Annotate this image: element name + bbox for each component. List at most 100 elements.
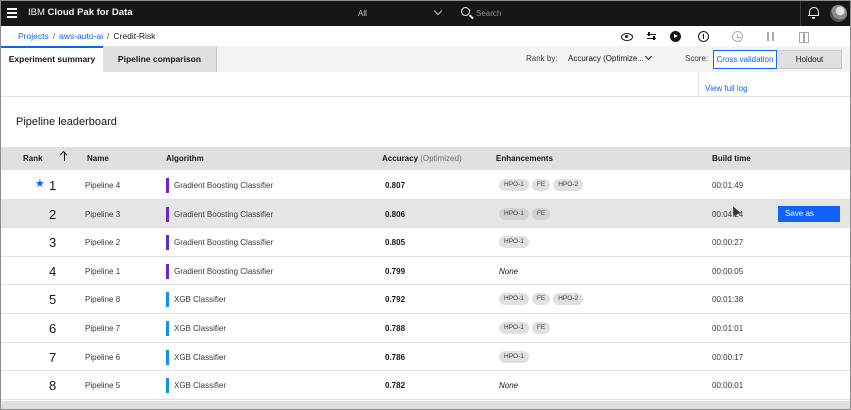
enhancement-tag: HPO-2 (553, 179, 584, 191)
rank-cell: 7 (49, 349, 57, 365)
column-header-enhancements[interactable]: Enhancements (496, 154, 553, 163)
breadcrumb-separator: / (52, 31, 56, 41)
rank-by-label: Rank by: (526, 54, 558, 63)
rank-by-dropdown[interactable]: Accuracy (Optimize... (568, 54, 644, 63)
table-row[interactable]: ★ 1 Pipeline 4 Gradient Boosting Classifier… (1, 171, 850, 200)
breadcrumb-project[interactable]: aws-auto-ai (59, 31, 103, 41)
accuracy-cell: 0.786 (385, 352, 406, 362)
rank-cell: 6 (49, 321, 57, 336)
log-panel: View full log (698, 72, 850, 97)
info-icon[interactable] (698, 31, 709, 42)
accuracy-cell: 0.807 (385, 181, 406, 190)
enhancements-cell: HPO-1 FE (499, 207, 553, 220)
breadcrumb-projects[interactable]: Projects (18, 31, 49, 41)
column-header-name[interactable]: Name (87, 154, 109, 163)
score-holdout-button[interactable]: Holdout (778, 50, 842, 69)
build-time-cell: 00:00:27 (712, 238, 744, 248)
accuracy-cell: 0.806 (385, 209, 406, 219)
algorithm-cell: Gradient Boosting Classifier (174, 181, 274, 190)
build-time-cell: 00:00:05 (712, 266, 744, 276)
split-view-icon[interactable] (798, 31, 809, 43)
pipeline-name-cell[interactable]: Pipeline 1 (85, 267, 120, 276)
notification-icon[interactable] (808, 7, 819, 19)
sort-ascending-icon[interactable] (64, 152, 66, 161)
enhancement-tag: HPO-1 (499, 207, 529, 220)
column-header-algorithm[interactable]: Algorithm (166, 154, 204, 163)
view-icon[interactable] (621, 31, 633, 42)
enhancements-cell: HPO-1 FE HPO-2 (499, 179, 586, 191)
table-row[interactable]: 5 Pipeline 8 XGB Classifier 0.792 HPO-1 FE HPO… (1, 285, 850, 314)
save-as-button[interactable]: Save as (778, 205, 840, 222)
bottom-scroll-area (1, 401, 850, 409)
settings-sliders-icon[interactable] (646, 31, 657, 42)
algorithm-color-bar (166, 292, 169, 308)
top-nav-bar: IBM Cloud Pak for Data All (1, 1, 850, 26)
scope-dropdown[interactable]: All (351, 1, 448, 26)
rank-cell: 8 (49, 378, 57, 394)
column-header-build-time[interactable]: Build time (712, 154, 751, 163)
enhancements-cell: HPO-1 FE (499, 322, 553, 334)
star-icon: ★ (35, 178, 45, 190)
column-header-rank[interactable]: Rank (23, 154, 43, 163)
pipeline-name-cell[interactable]: Pipeline 8 (85, 295, 120, 304)
pipeline-name-cell[interactable]: Pipeline 2 (85, 238, 120, 247)
algorithm-color-bar (166, 178, 169, 193)
leaderboard-title: Pipeline leaderboard (16, 116, 117, 128)
chevron-down-icon[interactable] (644, 52, 653, 61)
build-time-cell: 00:01:38 (712, 295, 744, 305)
view-full-log-link[interactable]: View full log (705, 84, 748, 93)
enhancements-cell: HPO-1 FE HPO-2 (499, 293, 586, 306)
enhancements-cell: HPO-1 (499, 350, 532, 363)
enhancement-tag: HPO-1 (499, 293, 529, 306)
enhancement-tag: HPO-1 (499, 350, 529, 363)
pipeline-name-cell[interactable]: Pipeline 6 (85, 353, 120, 362)
enhancement-tag: HPO-1 (499, 179, 529, 191)
algorithm-color-bar (166, 263, 169, 279)
enhancements-cell: HPO-1 (499, 236, 532, 249)
run-icon[interactable] (670, 31, 681, 42)
user-avatar[interactable] (830, 5, 847, 22)
rank-cell: 4 (49, 263, 57, 279)
enhancement-tag: HPO-1 (499, 322, 529, 334)
global-search (450, 1, 802, 26)
table-row[interactable]: 7 Pipeline 6 XGB Classifier 0.786 HPO-1 00:00… (1, 342, 850, 372)
table-header: Rank Name Algorithm Accuracy (Optimized)… (1, 147, 850, 170)
accuracy-header-note: (Optimized) (420, 154, 462, 163)
accuracy-cell: 0.799 (385, 266, 406, 276)
table-row[interactable]: 6 Pipeline 7 XGB Classifier 0.788 HPO-1 FE 00:… (1, 314, 850, 343)
score-cross-validation-button[interactable]: Cross validation (713, 50, 777, 69)
pipeline-name-cell[interactable]: Pipeline 7 (85, 324, 120, 333)
rank-cell: 2 (49, 206, 57, 222)
accuracy-cell: 0.788 (385, 324, 406, 333)
search-icon[interactable] (461, 7, 470, 16)
rank-cell: 1 (49, 178, 57, 193)
accuracy-cell: 0.792 (385, 295, 406, 305)
build-time-cell: 00:01:01 (712, 324, 744, 333)
pipeline-name-cell[interactable]: Pipeline 5 (85, 381, 120, 390)
menu-icon[interactable] (7, 8, 17, 18)
pause-icon[interactable] (765, 31, 776, 42)
enhancement-tag: FE (531, 207, 551, 220)
tab-pipeline-comparison[interactable]: Pipeline comparison (103, 46, 217, 72)
algorithm-cell: XGB Classifier (174, 295, 227, 305)
algorithm-cell: XGB Classifier (174, 352, 227, 362)
table-row[interactable]: 3 Pipeline 2 Gradient Boosting Classifier 0… (1, 228, 850, 257)
build-time-cell: 00:01:49 (712, 181, 744, 190)
pipeline-name-cell[interactable]: Pipeline 3 (85, 210, 120, 219)
table-row[interactable]: 4 Pipeline 1 Gradient Boosting Classifier 0… (1, 256, 850, 286)
table-row[interactable]: 2 Pipeline 3 Gradient Boosting Classifier 0… (1, 199, 850, 229)
enhancements-none: None (499, 381, 519, 391)
tab-experiment-summary[interactable]: Experiment summary (1, 46, 103, 72)
history-icon[interactable] (732, 31, 743, 42)
column-header-accuracy[interactable]: Accuracy (Optimized) (382, 154, 462, 163)
app-frame: IBM Cloud Pak for Data All Projects/aws-… (0, 0, 851, 410)
build-time-cell: 00:00:01 (712, 381, 744, 391)
product-brand[interactable]: IBM Cloud Pak for Data (28, 7, 133, 18)
table-row[interactable]: 8 Pipeline 5 XGB Classifier 0.782 None 00:00:… (1, 371, 850, 400)
brand-prefix: IBM (28, 7, 45, 18)
build-time-cell: 00:00:17 (712, 352, 744, 362)
pipeline-name-cell[interactable]: Pipeline 4 (85, 181, 120, 190)
algorithm-color-bar (166, 349, 169, 365)
rank-cell: 5 (49, 292, 57, 308)
search-input[interactable] (476, 7, 776, 20)
